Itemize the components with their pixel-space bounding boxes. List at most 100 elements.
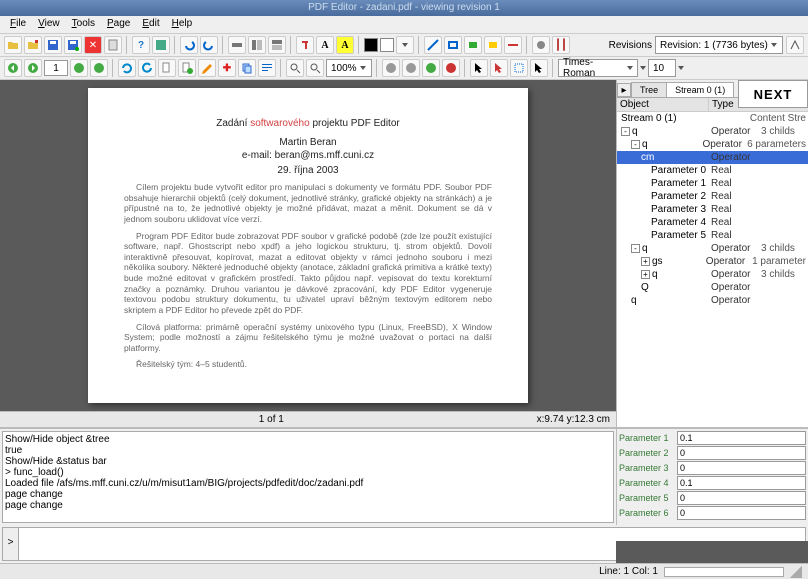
parameters-panel: Parameter 1Parameter 2Parameter 3Paramet… bbox=[616, 429, 808, 525]
tab-tree[interactable]: Tree bbox=[631, 82, 667, 97]
menu-help[interactable]: Help bbox=[166, 16, 199, 33]
menu-file[interactable]: File bbox=[4, 16, 32, 33]
nav-prev-icon[interactable] bbox=[4, 59, 22, 77]
obj-del-icon[interactable] bbox=[442, 59, 460, 77]
rotate-icon[interactable] bbox=[138, 59, 156, 77]
page-count-label: 1 of 1 bbox=[259, 414, 284, 425]
tab-stream[interactable]: Stream 0 (1) bbox=[666, 82, 734, 97]
tools-icon[interactable]: ┃┃ bbox=[552, 36, 570, 54]
obj-add-icon[interactable] bbox=[422, 59, 440, 77]
doc-email: e-mail: beran@ms.mff.cuni.cz bbox=[124, 150, 492, 161]
tree-row[interactable]: Parameter 4Real bbox=[617, 216, 808, 229]
object-tree-panel: NEXT ▸ Tree Stream 0 (1) Object Type Str… bbox=[616, 80, 808, 427]
tab-scroll-right-icon[interactable]: ▸ bbox=[617, 83, 631, 97]
refresh-icon[interactable] bbox=[118, 59, 136, 77]
revisions-combo[interactable]: Revision: 1 (7736 bytes) bbox=[655, 36, 783, 54]
menu-view[interactable]: View bbox=[32, 16, 66, 33]
annotate-icon[interactable] bbox=[198, 59, 216, 77]
param-input[interactable] bbox=[677, 491, 806, 505]
param-input[interactable] bbox=[677, 476, 806, 490]
tree-row[interactable]: -qOperator3 childs bbox=[617, 125, 808, 138]
hide-icon[interactable] bbox=[228, 36, 246, 54]
about-icon[interactable] bbox=[152, 36, 170, 54]
page-number-input[interactable] bbox=[44, 60, 68, 76]
draw-fill-icon[interactable] bbox=[464, 36, 482, 54]
param-input[interactable] bbox=[677, 461, 806, 475]
tree-header-object[interactable]: Object bbox=[617, 98, 709, 111]
export-icon[interactable] bbox=[104, 36, 122, 54]
console-log[interactable]: Show/Hide object &treetrueShow/Hide &sta… bbox=[2, 431, 614, 523]
open-icon-2[interactable] bbox=[24, 36, 42, 54]
pdf-page[interactable]: Zadání softwarového projektu PDF Editor … bbox=[88, 88, 528, 403]
tree-row[interactable]: Parameter 5Real bbox=[617, 229, 808, 242]
param-input[interactable] bbox=[677, 506, 806, 520]
nav-first-icon[interactable] bbox=[70, 59, 88, 77]
page-edit-icon[interactable] bbox=[158, 59, 176, 77]
resize-grip-icon[interactable] bbox=[790, 566, 802, 578]
tree-row[interactable]: cmOperator bbox=[617, 151, 808, 164]
font-family-combo[interactable]: Times-Roman bbox=[558, 59, 638, 77]
tree-row[interactable]: +gsOperator1 parameter bbox=[617, 255, 808, 268]
font-size-combo[interactable]: 10 bbox=[648, 59, 676, 77]
redo-icon[interactable] bbox=[200, 36, 218, 54]
saveas-icon[interactable] bbox=[64, 36, 82, 54]
param-input[interactable] bbox=[677, 446, 806, 460]
tree-row[interactable]: -qOperator3 childs bbox=[617, 242, 808, 255]
obj-fwd-icon[interactable] bbox=[402, 59, 420, 77]
menu-tools[interactable]: Tools bbox=[66, 16, 101, 33]
tree-row[interactable]: +qOperator3 childs bbox=[617, 268, 808, 281]
color-fg-swatch[interactable] bbox=[364, 38, 378, 52]
delete-add-icon[interactable]: ✚ bbox=[218, 59, 236, 77]
tree-row[interactable]: Parameter 1Real bbox=[617, 177, 808, 190]
cursor-icon[interactable] bbox=[530, 59, 548, 77]
copy-icon[interactable] bbox=[238, 59, 256, 77]
help-icon[interactable]: ? bbox=[132, 36, 150, 54]
document-scroll[interactable]: Zadání softwarového projektu PDF Editor … bbox=[0, 80, 616, 411]
select-cursor-icon[interactable] bbox=[470, 59, 488, 77]
page-add-icon[interactable] bbox=[178, 59, 196, 77]
save-icon[interactable] bbox=[44, 36, 62, 54]
param-label: Parameter 4 bbox=[619, 478, 677, 488]
text-yellow-a-icon[interactable]: A bbox=[336, 36, 354, 54]
draw-line-icon[interactable] bbox=[424, 36, 442, 54]
zoom-out-icon[interactable] bbox=[306, 59, 324, 77]
select-area-icon[interactable] bbox=[510, 59, 528, 77]
layout-icon[interactable] bbox=[268, 36, 286, 54]
tree-row[interactable]: qOperator bbox=[617, 294, 808, 307]
select-red-cursor-icon[interactable] bbox=[490, 59, 508, 77]
tree-row[interactable]: Stream 0 (1)Content Stre bbox=[617, 112, 808, 125]
param-input[interactable] bbox=[677, 431, 806, 445]
tree-row[interactable]: -qOperator6 parameters bbox=[617, 138, 808, 151]
draw-rect-icon[interactable] bbox=[444, 36, 462, 54]
nav-next-icon[interactable] bbox=[24, 59, 42, 77]
open-icon[interactable] bbox=[4, 36, 22, 54]
tree-row[interactable]: QOperator bbox=[617, 281, 808, 294]
strike-icon[interactable] bbox=[504, 36, 522, 54]
highlight-icon[interactable] bbox=[484, 36, 502, 54]
console-line: true bbox=[5, 445, 611, 456]
param-label: Parameter 2 bbox=[619, 448, 677, 458]
obj-back-icon[interactable] bbox=[382, 59, 400, 77]
menu-edit[interactable]: Edit bbox=[136, 16, 165, 33]
text-icon[interactable] bbox=[296, 36, 314, 54]
close-icon[interactable]: ✕ bbox=[84, 36, 102, 54]
nav-last-icon[interactable] bbox=[90, 59, 108, 77]
color-bg-swatch[interactable] bbox=[380, 38, 394, 52]
color-dropdown-icon[interactable] bbox=[396, 36, 414, 54]
doc-author: Martin Beran bbox=[124, 137, 492, 148]
tree-row[interactable]: Parameter 2Real bbox=[617, 190, 808, 203]
undo-icon[interactable] bbox=[180, 36, 198, 54]
object-tree[interactable]: Stream 0 (1)Content Stre-qOperator3 chil… bbox=[617, 112, 808, 427]
zoom-combo[interactable]: 100% bbox=[326, 59, 372, 77]
text-ops-icon[interactable] bbox=[258, 59, 276, 77]
text-bold-a-icon[interactable]: A bbox=[316, 36, 334, 54]
zoom-in-icon[interactable] bbox=[286, 59, 304, 77]
next-overlay[interactable]: NEXT bbox=[738, 80, 808, 108]
tree-row[interactable]: Parameter 0Real bbox=[617, 164, 808, 177]
panel-icon[interactable] bbox=[248, 36, 266, 54]
param-row: Parameter 5 bbox=[619, 491, 806, 505]
tree-row[interactable]: Parameter 3Real bbox=[617, 203, 808, 216]
menu-page[interactable]: Page bbox=[101, 16, 136, 33]
prefs-icon[interactable] bbox=[532, 36, 550, 54]
revisions-branch-icon[interactable] bbox=[786, 36, 804, 54]
